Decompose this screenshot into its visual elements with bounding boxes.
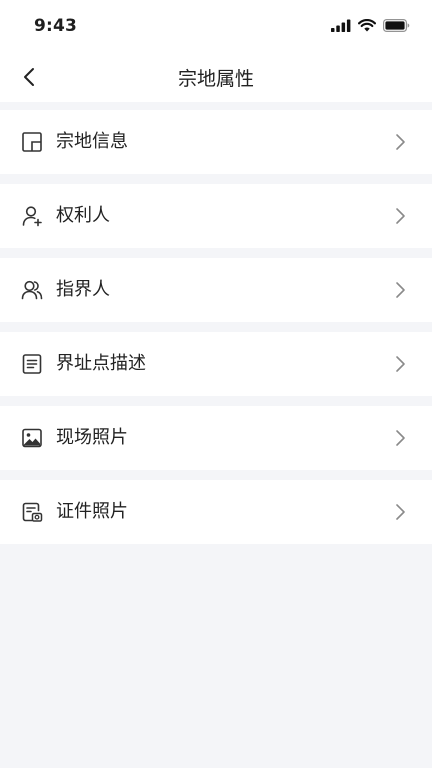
chevron-right-icon (394, 207, 406, 225)
id-photo-icon (21, 501, 43, 523)
signal-icon (331, 19, 351, 32)
chevron-right-icon (394, 503, 406, 521)
status-time: 9:43 (34, 16, 78, 36)
document-list-icon (21, 353, 43, 375)
parcel-info-icon (21, 131, 43, 153)
chevron-right-icon (394, 281, 406, 299)
image-icon (21, 427, 43, 449)
users-icon (21, 279, 43, 301)
user-add-icon (21, 205, 43, 227)
status-icons (331, 18, 410, 32)
menu-item-boundary-point-description[interactable]: 界址点描述 (0, 332, 432, 396)
menu-item-label: 现场照片 (56, 427, 128, 448)
menu-item-right-holder[interactable]: 权利人 (0, 184, 432, 248)
page-title: 宗地属性 (177, 68, 254, 90)
menu-item-label: 权利人 (56, 205, 110, 226)
status-bar: 9:43 (0, 0, 432, 52)
chevron-right-icon (394, 355, 406, 373)
menu-item-label: 界址点描述 (56, 353, 146, 374)
menu-item-parcel-info[interactable]: 宗地信息 (0, 110, 432, 174)
navigation-bar: 宗地属性 (0, 52, 432, 102)
menu-item-label: 证件照片 (56, 501, 128, 522)
chevron-right-icon (394, 429, 406, 447)
chevron-right-icon (394, 133, 406, 151)
wifi-icon (358, 18, 376, 32)
menu-item-label: 指界人 (56, 279, 110, 300)
menu-item-id-photos[interactable]: 证件照片 (0, 480, 432, 544)
menu-item-site-photos[interactable]: 现场照片 (0, 406, 432, 470)
menu-list: 宗地信息 权利人 指界人 界址点描述 现场照片 证件照片 (0, 110, 432, 544)
menu-item-boundary-person[interactable]: 指界人 (0, 258, 432, 322)
menu-item-label: 宗地信息 (56, 131, 128, 152)
battery-icon (383, 18, 410, 32)
